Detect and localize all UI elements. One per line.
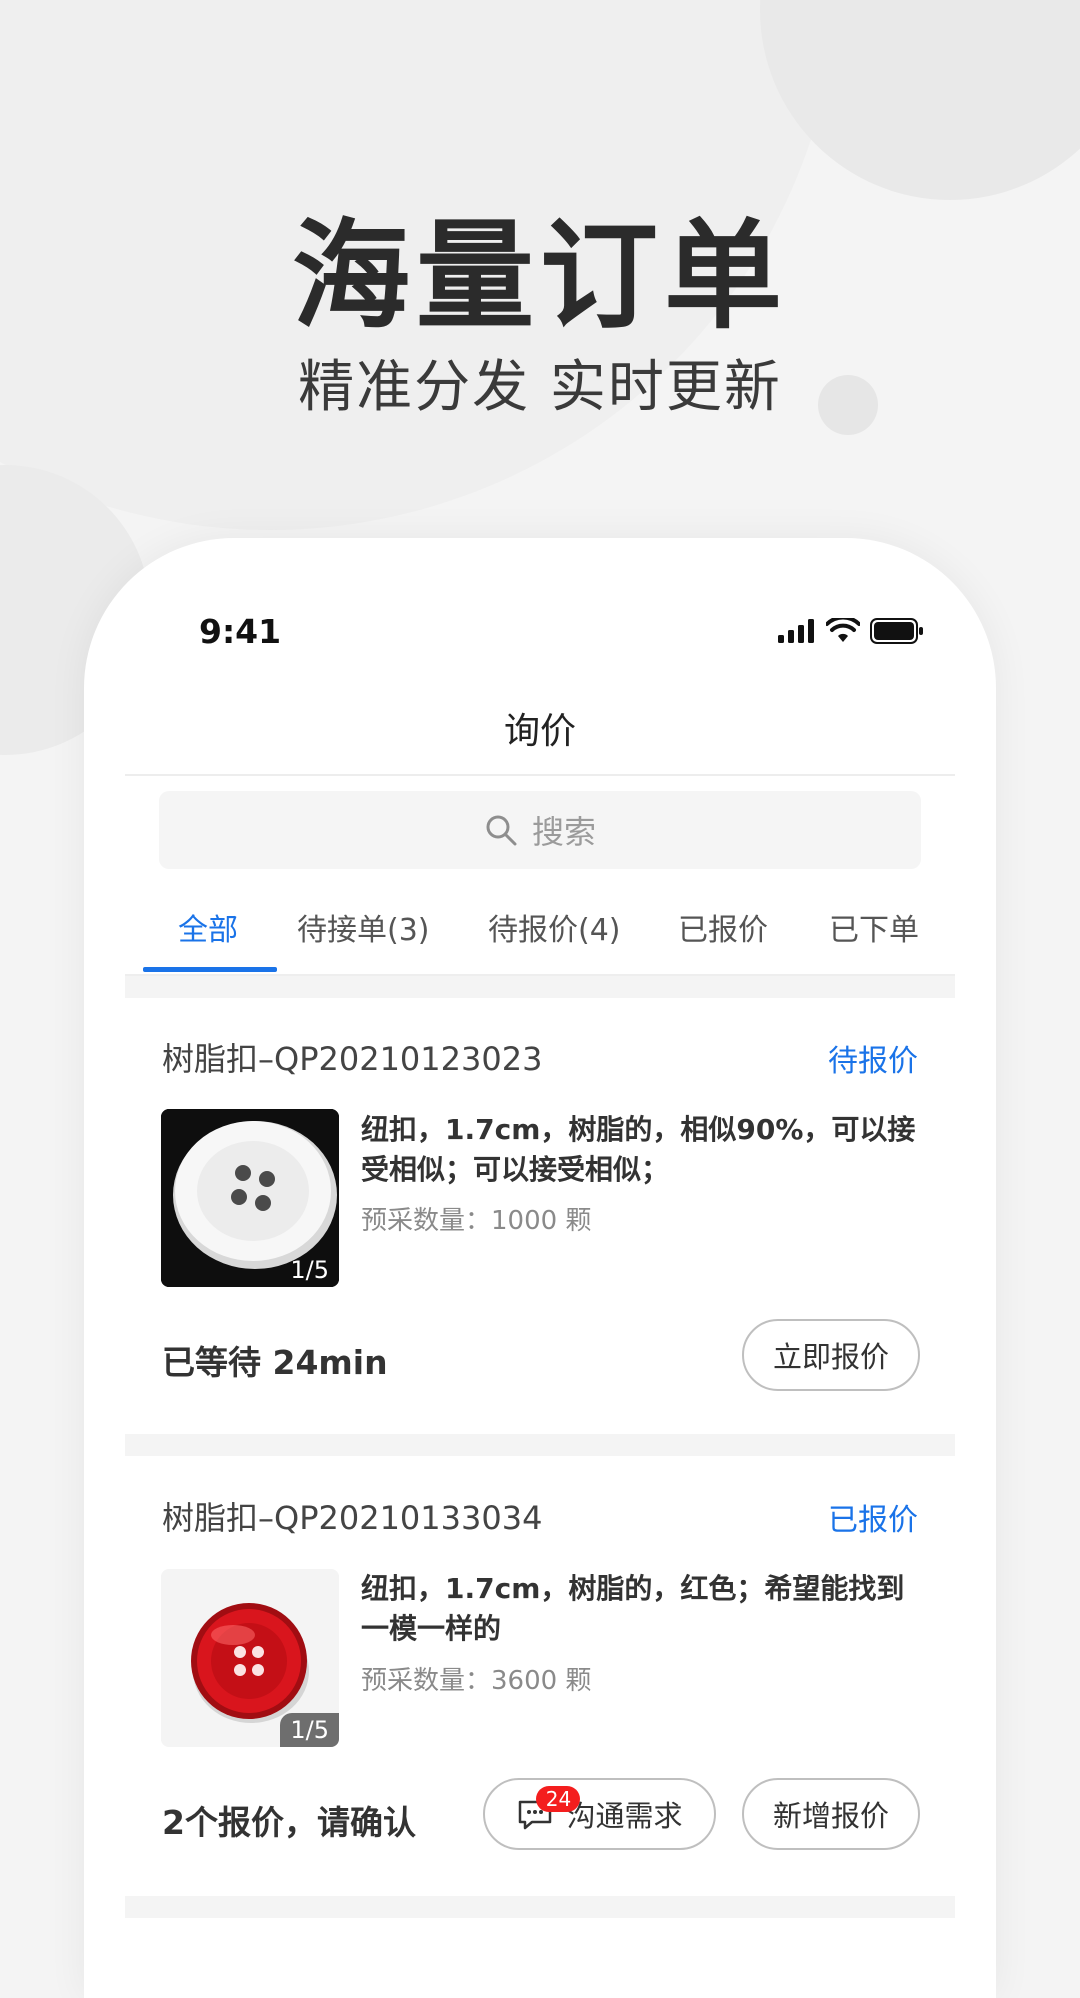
quote-count: 2个报价，请确认 [162,1803,416,1842]
divider [125,774,955,776]
section-gap [125,976,955,998]
signal-icon [778,619,814,643]
waiting-time: 已等待 24min [162,1343,388,1382]
image-counter: 1/5 [290,1256,329,1284]
tab-ordered[interactable]: 已下单 [829,893,919,979]
active-tab-indicator [143,967,277,972]
battery-icon [870,618,923,644]
section-gap [125,1896,955,1918]
status-icons [778,618,924,644]
hero-title: 海量订单 [291,207,788,345]
order-description: 纽扣，1.7cm，树脂的，红色；希望能找到一模一样的 [361,1572,905,1645]
order-quantity: 预采数量：1000 颗 [361,1206,592,1236]
hero-subtitle: 精准分发 实时更新 [298,355,782,420]
order-description: 纽扣，1.7cm，树脂的，相似90%，可以接受相似；可以接受相似； [361,1113,916,1186]
chat-button[interactable]: 24 沟通需求 [483,1778,716,1850]
order-title: 树脂扣–QP20210133034 [162,1499,543,1537]
section-gap [125,1434,955,1456]
page-title: 询价 [503,711,576,752]
decor-circle [760,0,1080,200]
tab-pending-quote[interactable]: 待报价(4) [488,893,621,979]
wifi-icon [826,618,860,642]
order-quantity: 预采数量：3600 颗 [361,1666,592,1696]
tab-pending-accept[interactable]: 待接单(3) [297,893,430,979]
add-quote-button[interactable]: 新增报价 [742,1778,920,1850]
order-status: 待报价 [828,1044,918,1079]
image-counter: 1/5 [280,1713,339,1747]
chat-icon-wrap: 24 [516,1786,581,1832]
unread-badge: 24 [536,1786,581,1812]
search-placeholder: 搜索 [531,813,596,851]
search-icon [486,815,517,846]
tab-quoted[interactable]: 已报价 [678,893,768,979]
chat-button-label: 沟通需求 [566,1799,683,1833]
order-status: 已报价 [828,1503,918,1538]
product-image[interactable]: 1/5 [161,1569,339,1747]
status-time: 9:41 [199,612,282,651]
product-image[interactable]: 1/5 [161,1109,339,1287]
quote-now-button[interactable]: 立即报价 [742,1319,920,1391]
search-input[interactable]: 搜索 [159,791,921,869]
phone-frame: 9:41 询价 搜索 全部 待接单(3) 待报价(4) 已报价 已下单 树脂扣–… [84,538,996,1998]
order-title: 树脂扣–QP20210123023 [162,1040,543,1078]
